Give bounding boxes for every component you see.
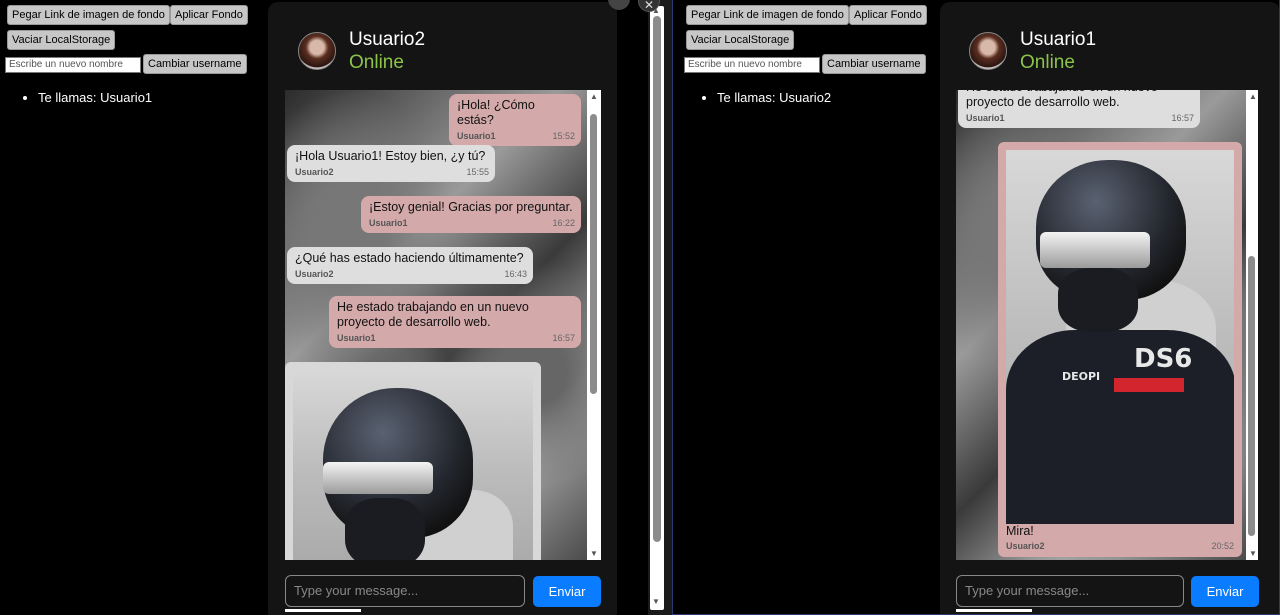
- change-username-button[interactable]: Cambiar username: [822, 54, 926, 74]
- contact-status: Online: [1020, 52, 1075, 73]
- clear-localstorage-button[interactable]: Vaciar LocalStorage: [7, 30, 116, 50]
- message-bubble: ¡Hola Usuario1! Estoy bien, ¿y tú? Usuar…: [287, 145, 495, 182]
- send-button[interactable]: Enviar: [533, 576, 601, 607]
- message-text: He estado trabajando en un nuevo proyect…: [966, 90, 1158, 109]
- message-sender: Usuario1: [457, 131, 496, 141]
- message-time: 16:57: [552, 333, 575, 343]
- message-text: ¡Hola! ¿Cómo estás?: [457, 98, 535, 127]
- message-text: ¡Estoy genial! Gracias por preguntar.: [369, 200, 573, 214]
- message-list[interactable]: ¡Hola! ¿Cómo estás? Usuario1 15:52 ¡Hola …: [285, 90, 601, 560]
- left-window: Pegar Link de imagen de fondo Aplicar Fo…: [0, 0, 648, 615]
- message-time: 16:57: [1171, 113, 1194, 123]
- message-sender: Usuario2: [295, 269, 334, 279]
- apply-background-button[interactable]: Aplicar Fondo: [849, 5, 927, 25]
- message-bubble: ¿Qué has estado haciendo últimamente? Us…: [287, 247, 533, 284]
- user-list: Te llamas: Usuario2: [717, 90, 831, 105]
- message-sender: Usuario1: [966, 113, 1005, 123]
- message-sender: Usuario2: [1006, 541, 1045, 551]
- message-time: 15:52: [552, 131, 575, 141]
- message-time: 16:43: [504, 269, 527, 279]
- chat-scrollbar[interactable]: ▲ ▼: [587, 90, 601, 560]
- image-message: DS6 DEOPI Mira! Usuario2 20:52: [998, 142, 1242, 557]
- new-username-input[interactable]: Escribe un nuevo nombre: [684, 57, 820, 73]
- avatar: [969, 32, 1007, 70]
- user-list-item: Te llamas: Usuario2: [717, 90, 831, 105]
- contact-status: Online: [349, 52, 404, 73]
- paste-background-link-button[interactable]: Pegar Link de imagen de fondo: [7, 5, 170, 25]
- jacket-logo: DS6: [1134, 344, 1193, 374]
- chat-window: Usuario2 Online ¡Hola! ¿Cómo estás? Usua…: [268, 2, 617, 615]
- message-bubble: ¡Estoy genial! Gracias por preguntar. Us…: [361, 196, 581, 233]
- image-caption: Mira!: [1006, 524, 1034, 538]
- message-bubble: He estado trabajando en un nuevo proyect…: [958, 90, 1200, 128]
- apply-background-button[interactable]: Aplicar Fondo: [170, 5, 248, 25]
- clear-localstorage-button[interactable]: Vaciar LocalStorage: [686, 30, 795, 50]
- message-text: ¿Qué has estado haciendo últimamente?: [295, 251, 524, 265]
- message-input[interactable]: Type your message...: [956, 575, 1184, 607]
- page-scrollbar[interactable]: ▲ ▼: [648, 0, 672, 615]
- message-bubble: ¡Hola! ¿Cómo estás? Usuario1 15:52: [449, 94, 581, 146]
- message-time: 15:55: [466, 167, 489, 177]
- message-text: ¡Hola Usuario1! Estoy bien, ¿y tú?: [295, 149, 486, 163]
- user-list: Te llamas: Usuario1: [38, 90, 152, 105]
- chat-scrollbar[interactable]: ▲ ▼: [1246, 90, 1258, 560]
- change-username-button[interactable]: Cambiar username: [143, 54, 247, 74]
- message-sender: Usuario2: [295, 167, 334, 177]
- message-image[interactable]: DS6 DEOPI: [1006, 150, 1234, 524]
- message-sender: Usuario1: [369, 218, 408, 228]
- message-time: 20:52: [1211, 541, 1234, 551]
- right-window: Pegar Link de imagen de fondo Aplicar Fo…: [672, 0, 1280, 615]
- send-button[interactable]: Enviar: [1191, 576, 1259, 607]
- message-text: He estado trabajando en un nuevo proyect…: [337, 300, 529, 329]
- image-message: [285, 362, 541, 560]
- message-bubble: He estado trabajando en un nuevo proyect…: [329, 296, 581, 348]
- paste-background-link-button[interactable]: Pegar Link de imagen de fondo: [686, 5, 849, 25]
- contact-name: Usuario1: [1020, 29, 1097, 50]
- contact-name: Usuario2: [349, 29, 426, 50]
- message-list[interactable]: He estado trabajando en un nuevo proyect…: [956, 90, 1258, 560]
- message-image[interactable]: [293, 370, 533, 560]
- message-time: 16:22: [552, 218, 575, 228]
- chat-window: Usuario1 Online He estado trabajando en …: [940, 2, 1279, 614]
- new-username-input[interactable]: Escribe un nuevo nombre: [5, 57, 141, 73]
- jacket-logo-small: DEOPI: [1062, 370, 1101, 383]
- message-sender: Usuario1: [337, 333, 376, 343]
- message-input[interactable]: Type your message...: [285, 575, 525, 607]
- user-list-item: Te llamas: Usuario1: [38, 90, 152, 105]
- avatar: [298, 32, 336, 70]
